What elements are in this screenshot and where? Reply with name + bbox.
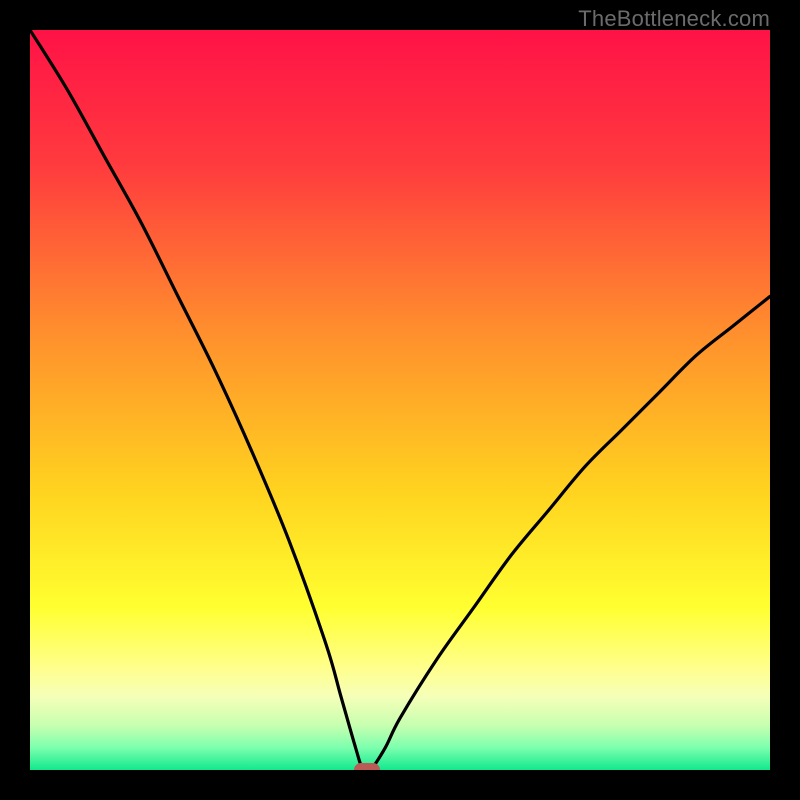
plot-area — [30, 30, 770, 770]
chart-frame: TheBottleneck.com — [0, 0, 800, 800]
minimum-marker — [354, 763, 380, 770]
bottleneck-curve — [30, 30, 770, 770]
watermark-label: TheBottleneck.com — [578, 6, 770, 32]
